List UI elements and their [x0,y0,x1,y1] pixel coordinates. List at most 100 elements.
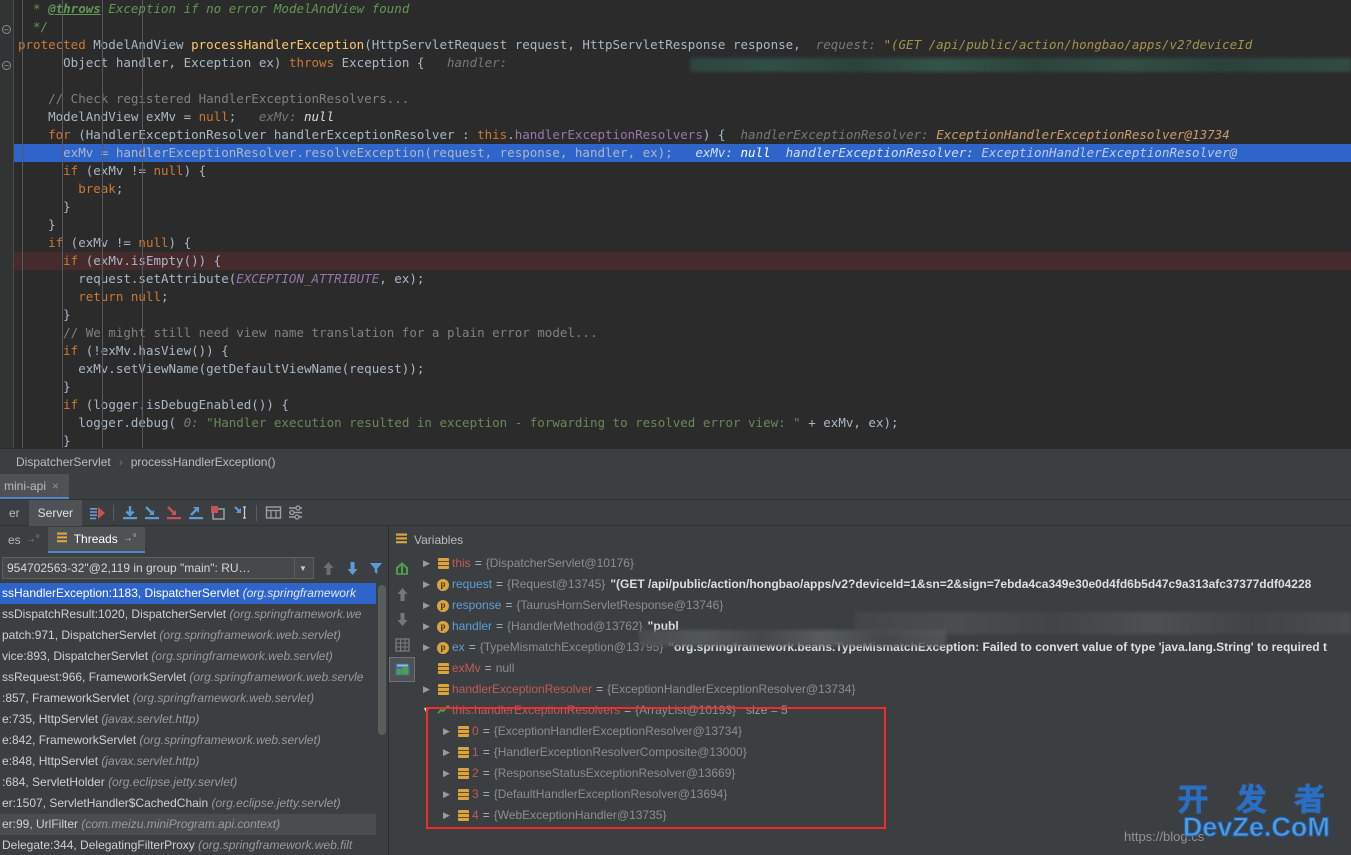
variable-row[interactable]: ▶ this = {DispatcherServlet@10176} [415,553,1351,574]
drop-frame-icon[interactable] [207,503,229,523]
chevron-right-icon[interactable]: ▶ [419,595,434,616]
variable-row[interactable]: ▶ handlerExceptionResolver = {ExceptionHand… [415,679,1351,700]
chevron-right-icon[interactable]: ▶ [439,805,454,826]
code-line[interactable]: ModelAndView exMv = null; exMv: null [14,108,1351,126]
stack-frame-row[interactable]: ssHandlerException:1183, DispatcherServl… [0,583,376,604]
step-into-icon[interactable] [141,503,163,523]
debug-tab-server[interactable]: Server [28,499,83,526]
frames-scrollbar-thumb[interactable] [378,585,386,735]
code-line[interactable]: */ [14,18,1351,36]
variable-row[interactable]: ▶ 0 = {ExceptionHandlerExceptionResolver@13… [415,721,1351,742]
variable-row[interactable]: exMv = null [415,658,1351,679]
stack-frame-row[interactable]: ssRequest:966, FrameworkServlet (org.spr… [0,667,376,688]
code-line[interactable]: } [14,216,1351,234]
code-line[interactable]: // Check registered HandlerExceptionReso… [14,90,1351,108]
code-line[interactable]: protected ModelAndView processHandlerExc… [14,36,1351,54]
code-line[interactable]: } [14,378,1351,396]
code-token: null [732,145,771,160]
move-up-icon[interactable] [389,582,415,607]
chevron-right-icon[interactable]: ▶ [419,574,434,595]
run-to-cursor-icon[interactable] [229,503,251,523]
frame-up-icon[interactable] [318,557,338,579]
variable-row[interactable]: ▼ this.handlerExceptionResolvers = {ArrayLi… [415,700,1351,721]
stack-frame-row[interactable]: :684, ServletHolder (org.eclipse.jetty.s… [0,772,376,793]
code-line[interactable]: if (!exMv.hasView()) { [14,342,1351,360]
code-editor[interactable]: – – * @throws Exception if no error Mode… [0,0,1351,448]
chevron-right-icon[interactable]: ▶ [439,721,454,742]
stack-frame-row[interactable]: er:99, UrlFilter (com.meizu.miniProgram.… [0,814,376,835]
chevron-right-icon[interactable]: ▶ [419,679,434,700]
stack-frame-row[interactable]: vice:893, DispatcherServlet (org.springf… [0,646,376,667]
thread-select[interactable]: 954702563-32"@2,119 in group "main": RU…… [2,557,314,579]
code-line[interactable]: if (exMv != null) { [14,162,1351,180]
editor-gutter[interactable]: – – [0,0,14,448]
code-line[interactable]: if (exMv != null) { [14,234,1351,252]
code-line[interactable]: break; [14,180,1351,198]
close-icon[interactable]: × [52,479,59,493]
tab-variables-left[interactable]: es →° [0,527,48,553]
settings-icon[interactable] [284,503,306,523]
debug-tab-console[interactable]: er [0,500,29,526]
code-line[interactable]: request.setAttribute(EXCEPTION_ATTRIBUTE… [14,270,1351,288]
stack-frame-row[interactable]: e:735, HttpServlet (javax.servlet.http) [0,709,376,730]
stack-frame-row[interactable]: e:848, HttpServlet (javax.servlet.http) [0,751,376,772]
code-line[interactable]: } [14,306,1351,324]
fold-marker-docblock[interactable]: – [2,25,11,34]
variable-row[interactable]: ▶ 1 = {HandlerExceptionResolverComposite@13… [415,742,1351,763]
stack-frame-row[interactable]: ssDispatchResult:1020, DispatcherServlet… [0,604,376,625]
fold-marker-method[interactable]: – [2,61,11,70]
show-referring-objects-icon[interactable] [389,557,415,582]
pin-icon[interactable]: →° [123,533,137,544]
code-line[interactable]: if (exMv.isEmpty()) { [14,252,1351,270]
force-step-into-icon[interactable] [163,503,185,523]
chevron-right-icon[interactable]: ▶ [439,784,454,805]
step-out-icon[interactable] [185,503,207,523]
run-tab-mini-api[interactable]: mini-api × [0,474,70,499]
chevron-right-icon[interactable]: ▶ [439,763,454,784]
code-line[interactable]: return null; [14,288,1351,306]
tab-threads[interactable]: Threads →° [47,526,145,553]
chevron-right-icon[interactable]: ▶ [419,553,434,574]
stack-frame-row[interactable]: e:842, FrameworkServlet (org.springframe… [0,730,376,751]
call-stack-list[interactable]: ssHandlerException:1183, DispatcherServl… [0,583,376,855]
code-line[interactable]: // We might still need view name transla… [14,324,1351,342]
chevron-right-icon[interactable]: ▶ [439,742,454,763]
stack-frame-row[interactable]: :857, FrameworkServlet (org.springframew… [0,688,376,709]
step-over-icon[interactable] [119,503,141,523]
code-line[interactable]: for (HandlerExceptionResolver handlerExc… [14,126,1351,144]
code-line[interactable]: logger.debug( 0: "Handler execution resu… [14,414,1351,432]
pin-icon[interactable]: →° [26,534,40,545]
variable-name: 4 [472,808,479,822]
code-token: if [18,253,79,268]
frames-scrollbar[interactable] [376,583,388,855]
code-line[interactable]: exMv.setViewName(getDefaultViewName(requ… [14,360,1351,378]
code-token: exMv.setViewName(getDefaultViewName(requ… [18,361,425,376]
stack-frame-row[interactable]: patch:971, DispatcherServlet (org.spring… [0,625,376,646]
code-line[interactable]: exMv = handlerExceptionResolver.resolveE… [14,144,1351,162]
evaluate-expression-icon[interactable] [262,503,284,523]
frame-down-icon[interactable] [342,557,362,579]
inline-watches-icon[interactable] [389,657,415,682]
breadcrumb-method[interactable]: processHandlerException() [131,455,276,469]
breadcrumb[interactable]: DispatcherServlet › processHandlerExcept… [0,448,1351,474]
stack-frame-package: (org.springframework.we [229,607,362,621]
variable-row[interactable]: ▶ p request = {Request@13745} "(GET /api/publ… [415,574,1351,595]
stack-frame-row[interactable]: er:1507, ServletHandler$CachedChain (org… [0,793,376,814]
code-line[interactable] [14,72,1351,90]
variable-row[interactable]: ▶ 2 = {ResponseStatusExceptionResolver@1366… [415,763,1351,784]
filter-icon[interactable] [366,557,386,579]
customize-data-views-icon[interactable] [389,632,415,657]
stack-frame-row[interactable]: Delegate:344, DelegatingFilterProxy (org… [0,835,376,855]
chevron-down-icon[interactable]: ▼ [294,558,311,578]
chevron-down-icon[interactable]: ▼ [419,700,434,721]
code-token: (logger.isDebugEnabled()) { [78,397,289,412]
chevron-right-icon[interactable]: ▶ [419,616,434,637]
code-line[interactable]: } [14,432,1351,448]
code-line[interactable]: * @throws Exception if no error ModelAnd… [14,0,1351,18]
show-execution-point-icon[interactable] [86,503,108,523]
code-line[interactable]: if (logger.isDebugEnabled()) { [14,396,1351,414]
code-line[interactable]: } [14,198,1351,216]
move-down-icon[interactable] [389,607,415,632]
chevron-right-icon[interactable]: ▶ [419,637,434,658]
breadcrumb-class[interactable]: DispatcherServlet [16,455,111,469]
